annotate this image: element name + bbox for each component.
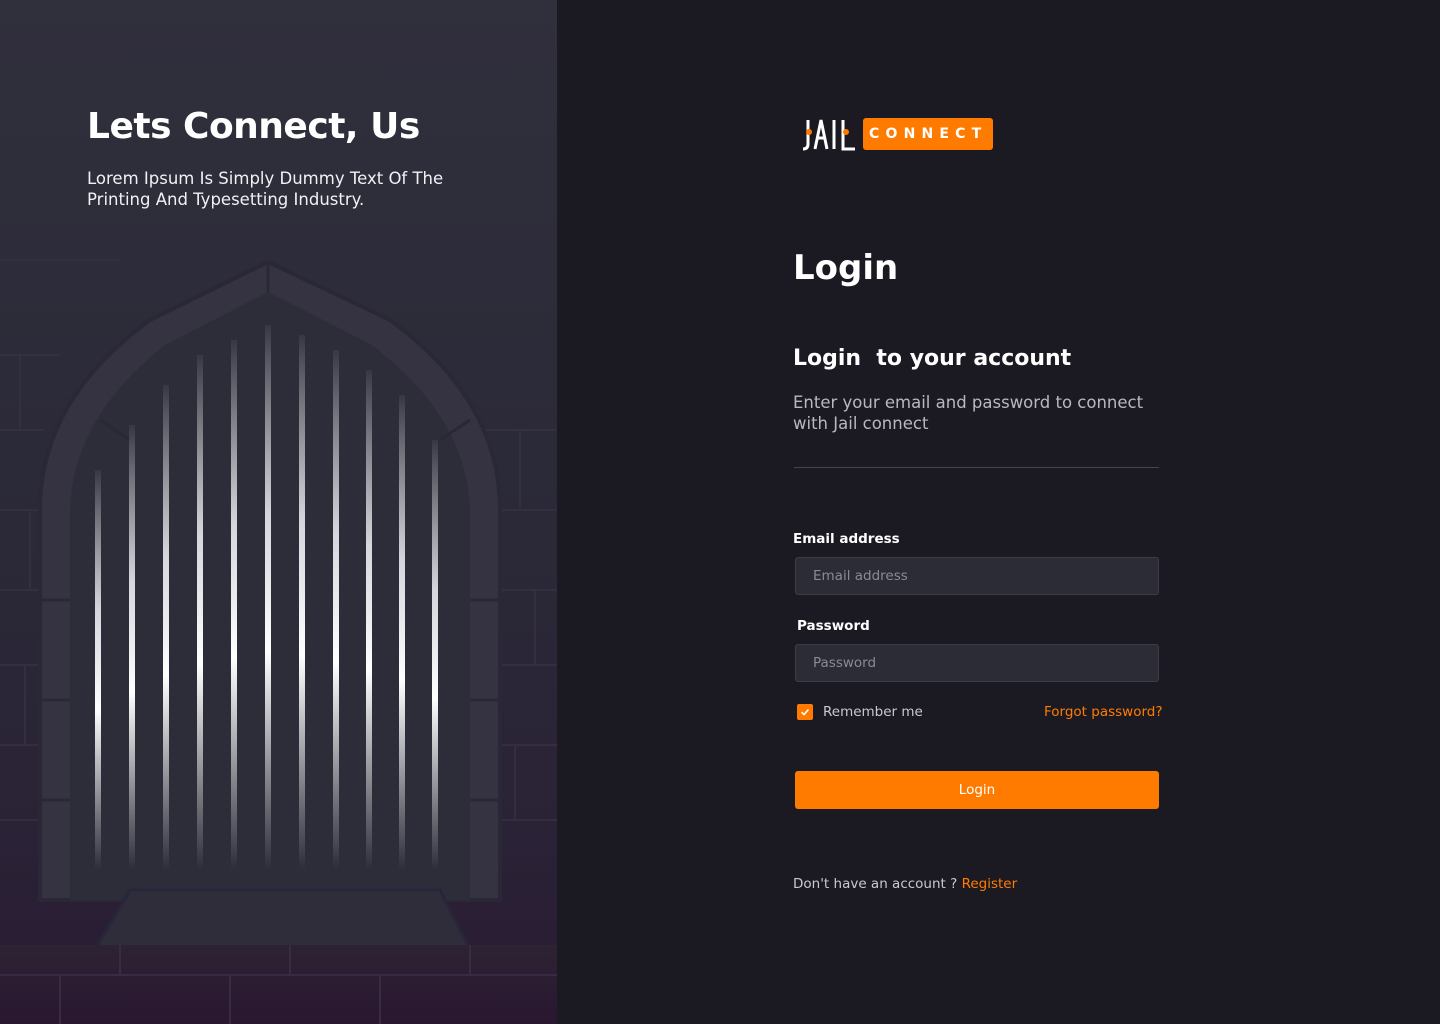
- login-description: Enter your email and password to connect…: [793, 393, 1144, 433]
- hero-panel: Lets Connect, Us Lorem Ipsum Is Simply D…: [0, 0, 557, 1024]
- brand-logo: CONNECT: [801, 116, 994, 152]
- hero-subtitle: Lorem Ipsum Is Simply Dummy Text Of The …: [87, 169, 444, 209]
- divider: [794, 467, 1159, 468]
- email-label: Email address: [793, 531, 900, 547]
- remember-me[interactable]: Remember me: [797, 704, 923, 720]
- jail-wordmark-icon: [802, 119, 855, 151]
- register-link[interactable]: Register: [962, 876, 1018, 892]
- register-prompt: Don't have an account ? Register: [793, 876, 1017, 892]
- password-field[interactable]: [795, 644, 1159, 682]
- remember-me-checkbox[interactable]: [797, 704, 813, 720]
- login-panel: CONNECT Login Login to your account Ente…: [557, 0, 1440, 1024]
- hero-title: Lets Connect, Us: [87, 106, 420, 147]
- forgot-password-link[interactable]: Forgot password?: [1044, 704, 1163, 720]
- register-prompt-text: Don't have an account ?: [793, 876, 958, 892]
- login-button[interactable]: Login: [795, 771, 1159, 809]
- email-field[interactable]: [795, 557, 1159, 595]
- login-heading: Login: [793, 248, 899, 288]
- login-subheading: Login to your account: [793, 346, 1072, 371]
- password-label: Password: [797, 618, 870, 634]
- login-page: Lets Connect, Us Lorem Ipsum Is Simply D…: [0, 0, 1440, 1024]
- remember-me-label: Remember me: [823, 704, 923, 720]
- prison-gate-illustration: [0, 259, 557, 1024]
- check-icon: [800, 708, 810, 716]
- brand-badge: CONNECT: [863, 118, 994, 150]
